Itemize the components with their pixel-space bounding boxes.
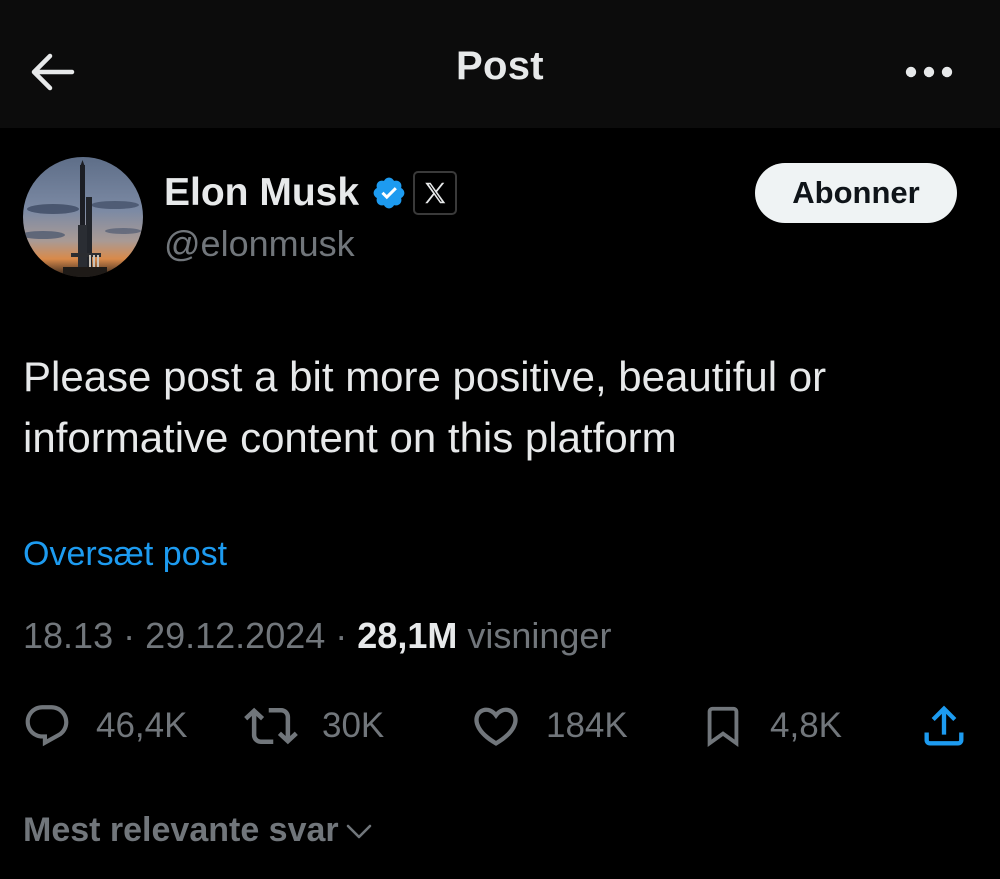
post-text: Please post a bit more positive, beautif… — [23, 353, 827, 461]
views-label: visninger — [467, 615, 612, 656]
translate-post-link[interactable]: Oversæt post — [23, 535, 227, 574]
views-count: 28,1M — [357, 615, 458, 656]
repost-button[interactable]: 30K — [244, 694, 384, 758]
post-date[interactable]: 29.12.2024 — [145, 615, 325, 656]
repost-count: 30K — [322, 706, 385, 745]
repost-icon — [244, 707, 298, 745]
chevron-down-icon — [345, 817, 373, 845]
post-time[interactable]: 18.13 — [23, 615, 113, 656]
reply-count: 46,4K — [96, 706, 188, 745]
starship-avatar — [23, 157, 143, 277]
bookmark-button[interactable]: 4,8K — [700, 694, 842, 758]
bookmark-icon — [707, 706, 739, 747]
top-bar: Post — [0, 0, 1000, 128]
author-name-row: Elon Musk — [164, 170, 458, 216]
heart-icon — [474, 707, 518, 746]
page-title: Post — [456, 44, 544, 88]
meta-separator: · — [325, 615, 358, 656]
replies-sort-label: Mest relevante svar — [23, 811, 339, 849]
bookmark-count: 4,8K — [770, 706, 842, 745]
share-icon — [924, 705, 964, 746]
post-actions: 46,4K 30K 184K 4,8K — [0, 694, 1000, 758]
more-options-button[interactable] — [896, 52, 962, 92]
avatar[interactable] — [23, 157, 143, 277]
more-horizontal-icon — [905, 66, 953, 78]
like-button[interactable]: 184K — [470, 694, 628, 758]
x-logo-icon[interactable] — [413, 171, 458, 215]
post-meta: 18.13 · 29.12.2024 · 28,1M visninger — [23, 615, 611, 657]
meta-separator: · — [113, 615, 146, 656]
reply-icon — [25, 705, 69, 747]
replies-sort-dropdown[interactable]: Mest relevante svar — [23, 811, 373, 850]
author-handle[interactable]: @elonmusk — [164, 223, 355, 265]
reply-button[interactable]: 46,4K — [22, 694, 187, 758]
subscribe-button[interactable]: Abonner — [755, 163, 957, 223]
share-button[interactable] — [918, 694, 970, 758]
verified-check-icon[interactable] — [371, 175, 407, 211]
author-name[interactable]: Elon Musk — [164, 171, 359, 215]
like-count: 184K — [546, 706, 628, 745]
